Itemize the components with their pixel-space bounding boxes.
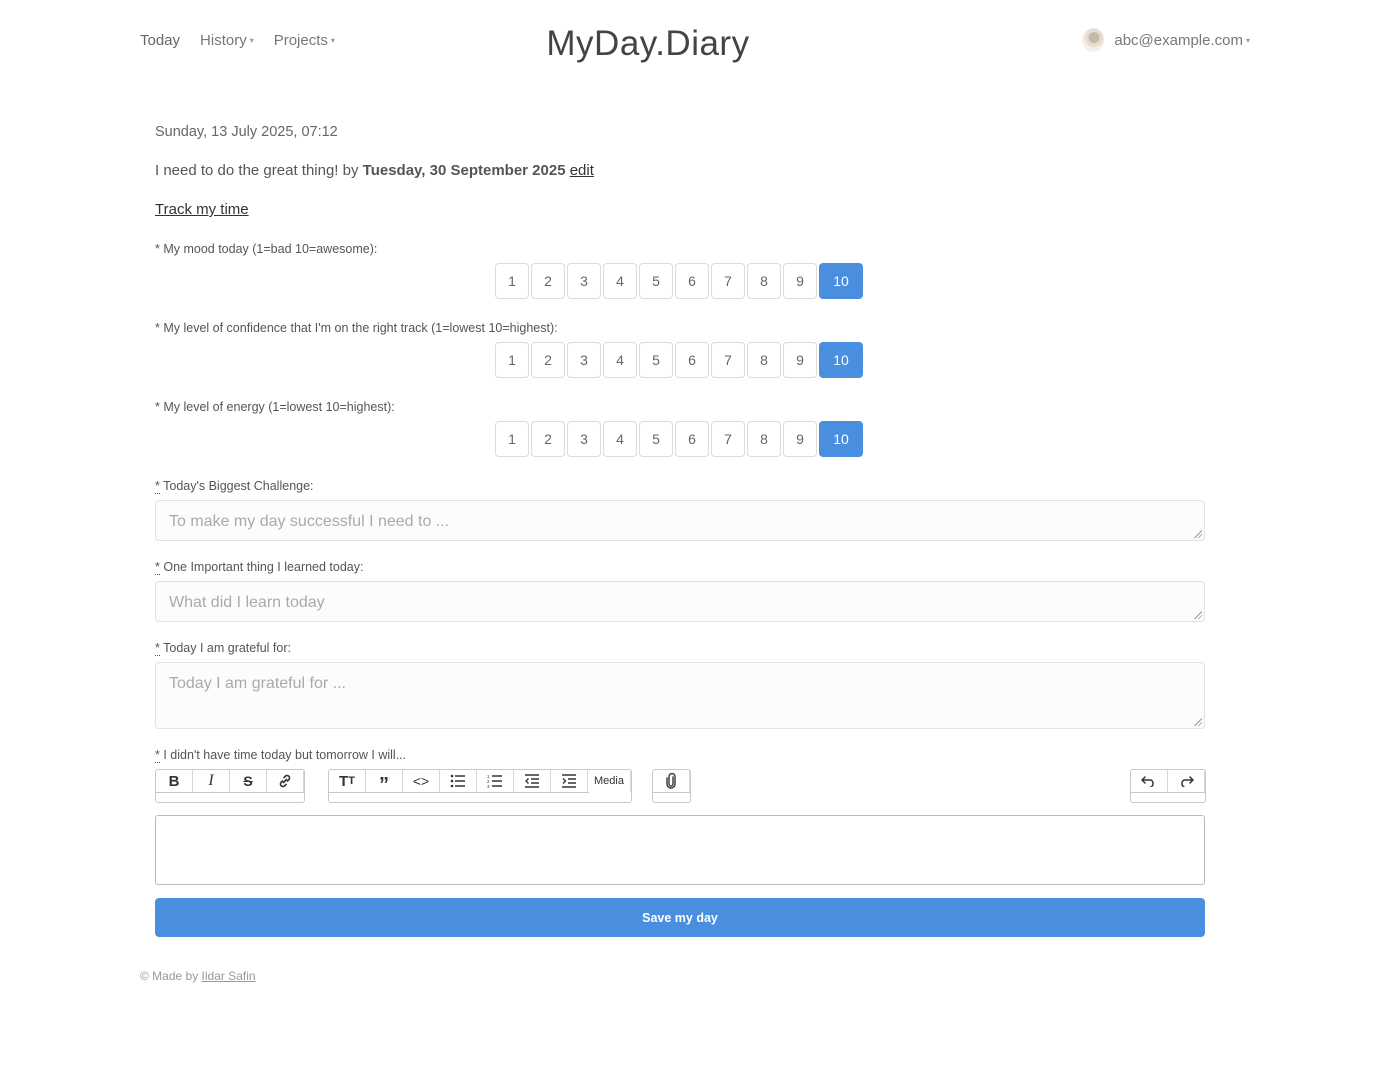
rating-option-2[interactable]: 2 — [531, 421, 565, 457]
save-button[interactable]: Save my day — [155, 898, 1205, 937]
footer: © Made by Ildar Safin — [140, 969, 256, 983]
rating-option-2[interactable]: 2 — [531, 263, 565, 299]
mood-rating: 1 2 3 4 5 6 7 8 9 10 — [495, 263, 865, 299]
rating-option-10[interactable]: 10 — [819, 421, 863, 457]
media-button[interactable]: Media — [588, 770, 631, 792]
rating-option-4[interactable]: 4 — [603, 263, 637, 299]
energy-rating: 1 2 3 4 5 6 7 8 9 10 — [495, 421, 865, 457]
heading-icon[interactable]: TT — [329, 770, 366, 792]
link-icon[interactable] — [267, 770, 304, 792]
resize-handle-icon[interactable] — [1194, 718, 1202, 726]
required-mark: * — [155, 641, 160, 656]
goal-text: I need to do the great thing! by — [155, 162, 363, 179]
resize-handle-icon[interactable] — [1194, 530, 1202, 538]
code-icon[interactable]: <> — [403, 770, 440, 792]
rating-option-8[interactable]: 8 — [747, 421, 781, 457]
rating-option-3[interactable]: 3 — [567, 421, 601, 457]
indent-icon[interactable] — [551, 770, 588, 792]
rating-option-5[interactable]: 5 — [639, 421, 673, 457]
learned-textarea[interactable]: What did I learn today — [155, 581, 1205, 622]
bold-icon[interactable]: B — [156, 770, 193, 792]
text-format-group: B I S — [155, 769, 305, 803]
rating-option-1[interactable]: 1 — [495, 263, 529, 299]
rating-option-3[interactable]: 3 — [567, 263, 601, 299]
toolbar-divider — [653, 792, 690, 793]
entry-date: Sunday, 13 July 2025, 07:12 — [155, 124, 338, 140]
rating-option-3[interactable]: 3 — [567, 342, 601, 378]
goal-line: I need to do the great thing! by Tuesday… — [155, 162, 594, 179]
avatar — [1082, 28, 1105, 52]
confidence-label: * My level of confidence that I'm on the… — [155, 321, 558, 335]
author-link[interactable]: Ildar Safin — [202, 969, 256, 983]
learned-label-text: One Important thing I learned today: — [163, 560, 364, 574]
learned-label: * One Important thing I learned today: — [155, 560, 364, 575]
tomorrow-editor[interactable] — [155, 815, 1205, 885]
challenge-label: * Today's Biggest Challenge: — [155, 479, 314, 494]
tomorrow-label: * I didn't have time today but tomorrow … — [155, 748, 407, 763]
undo-icon[interactable] — [1131, 770, 1168, 792]
challenge-placeholder: To make my day successful I need to ... — [169, 513, 450, 530]
mood-label: * My mood today (1=bad 10=awesome): — [155, 242, 378, 256]
redo-icon[interactable] — [1168, 770, 1205, 792]
rating-option-4[interactable]: 4 — [603, 342, 637, 378]
rating-option-7[interactable]: 7 — [711, 263, 745, 299]
quote-icon[interactable]: ” — [366, 770, 403, 795]
svg-text:3: 3 — [487, 784, 490, 788]
toolbar-divider — [1131, 792, 1205, 793]
resize-handle-icon[interactable] — [1194, 611, 1202, 619]
italic-icon[interactable]: I — [193, 770, 230, 792]
history-group — [1130, 769, 1206, 803]
track-time-link[interactable]: Track my time — [155, 201, 249, 218]
rating-option-6[interactable]: 6 — [675, 263, 709, 299]
rating-option-5[interactable]: 5 — [639, 342, 673, 378]
block-format-group: TT ” <> 123 Media — [328, 769, 632, 803]
required-mark: * — [155, 748, 160, 763]
rating-option-8[interactable]: 8 — [747, 342, 781, 378]
goal-edit-link[interactable]: edit — [570, 162, 594, 179]
user-menu[interactable]: abc@example.com ▾ — [1082, 28, 1250, 52]
goal-date: Tuesday, 30 September 2025 — [362, 162, 566, 179]
grateful-label: * Today I am grateful for: — [155, 641, 291, 656]
attach-icon[interactable] — [653, 770, 690, 792]
required-mark: * — [155, 560, 160, 575]
chevron-down-icon: ▾ — [1245, 35, 1250, 45]
numbered-list-icon[interactable]: 123 — [477, 770, 514, 792]
footer-text: © Made by — [140, 969, 202, 983]
user-email: abc@example.com — [1114, 31, 1243, 49]
rating-option-6[interactable]: 6 — [675, 421, 709, 457]
rating-option-9[interactable]: 9 — [783, 421, 817, 457]
rating-option-5[interactable]: 5 — [639, 263, 673, 299]
tomorrow-label-text: I didn't have time today but tomorrow I … — [163, 748, 407, 762]
rating-option-2[interactable]: 2 — [531, 342, 565, 378]
rating-option-9[interactable]: 9 — [783, 263, 817, 299]
energy-label: * My level of energy (1=lowest 10=highes… — [155, 400, 395, 414]
challenge-label-text: Today's Biggest Challenge: — [163, 479, 314, 493]
toolbar-divider — [156, 792, 304, 793]
confidence-rating: 1 2 3 4 5 6 7 8 9 10 — [495, 342, 865, 378]
attach-group — [652, 769, 691, 803]
rating-option-9[interactable]: 9 — [783, 342, 817, 378]
editor-toolbar: B I S TT ” <> 123 Media — [155, 769, 1206, 805]
grateful-textarea[interactable]: Today I am grateful for ... — [155, 662, 1205, 729]
rating-option-6[interactable]: 6 — [675, 342, 709, 378]
rating-option-8[interactable]: 8 — [747, 263, 781, 299]
outdent-icon[interactable] — [514, 770, 551, 792]
learned-placeholder: What did I learn today — [169, 594, 325, 611]
bullet-list-icon[interactable] — [440, 770, 477, 792]
rating-option-1[interactable]: 1 — [495, 421, 529, 457]
rating-option-7[interactable]: 7 — [711, 342, 745, 378]
challenge-textarea[interactable]: To make my day successful I need to ... — [155, 500, 1205, 541]
rating-option-10[interactable]: 10 — [819, 342, 863, 378]
rating-option-1[interactable]: 1 — [495, 342, 529, 378]
grateful-label-text: Today I am grateful for: — [163, 641, 291, 655]
top-navbar: Today History ▾ Projects ▾ MyDay.Diary abc… — [0, 0, 1388, 90]
rating-option-7[interactable]: 7 — [711, 421, 745, 457]
rating-option-10[interactable]: 10 — [819, 263, 863, 299]
strikethrough-icon[interactable]: S — [230, 770, 267, 792]
required-mark: * — [155, 479, 160, 494]
rating-option-4[interactable]: 4 — [603, 421, 637, 457]
grateful-placeholder: Today I am grateful for ... — [169, 675, 346, 692]
toolbar-divider — [329, 792, 589, 793]
